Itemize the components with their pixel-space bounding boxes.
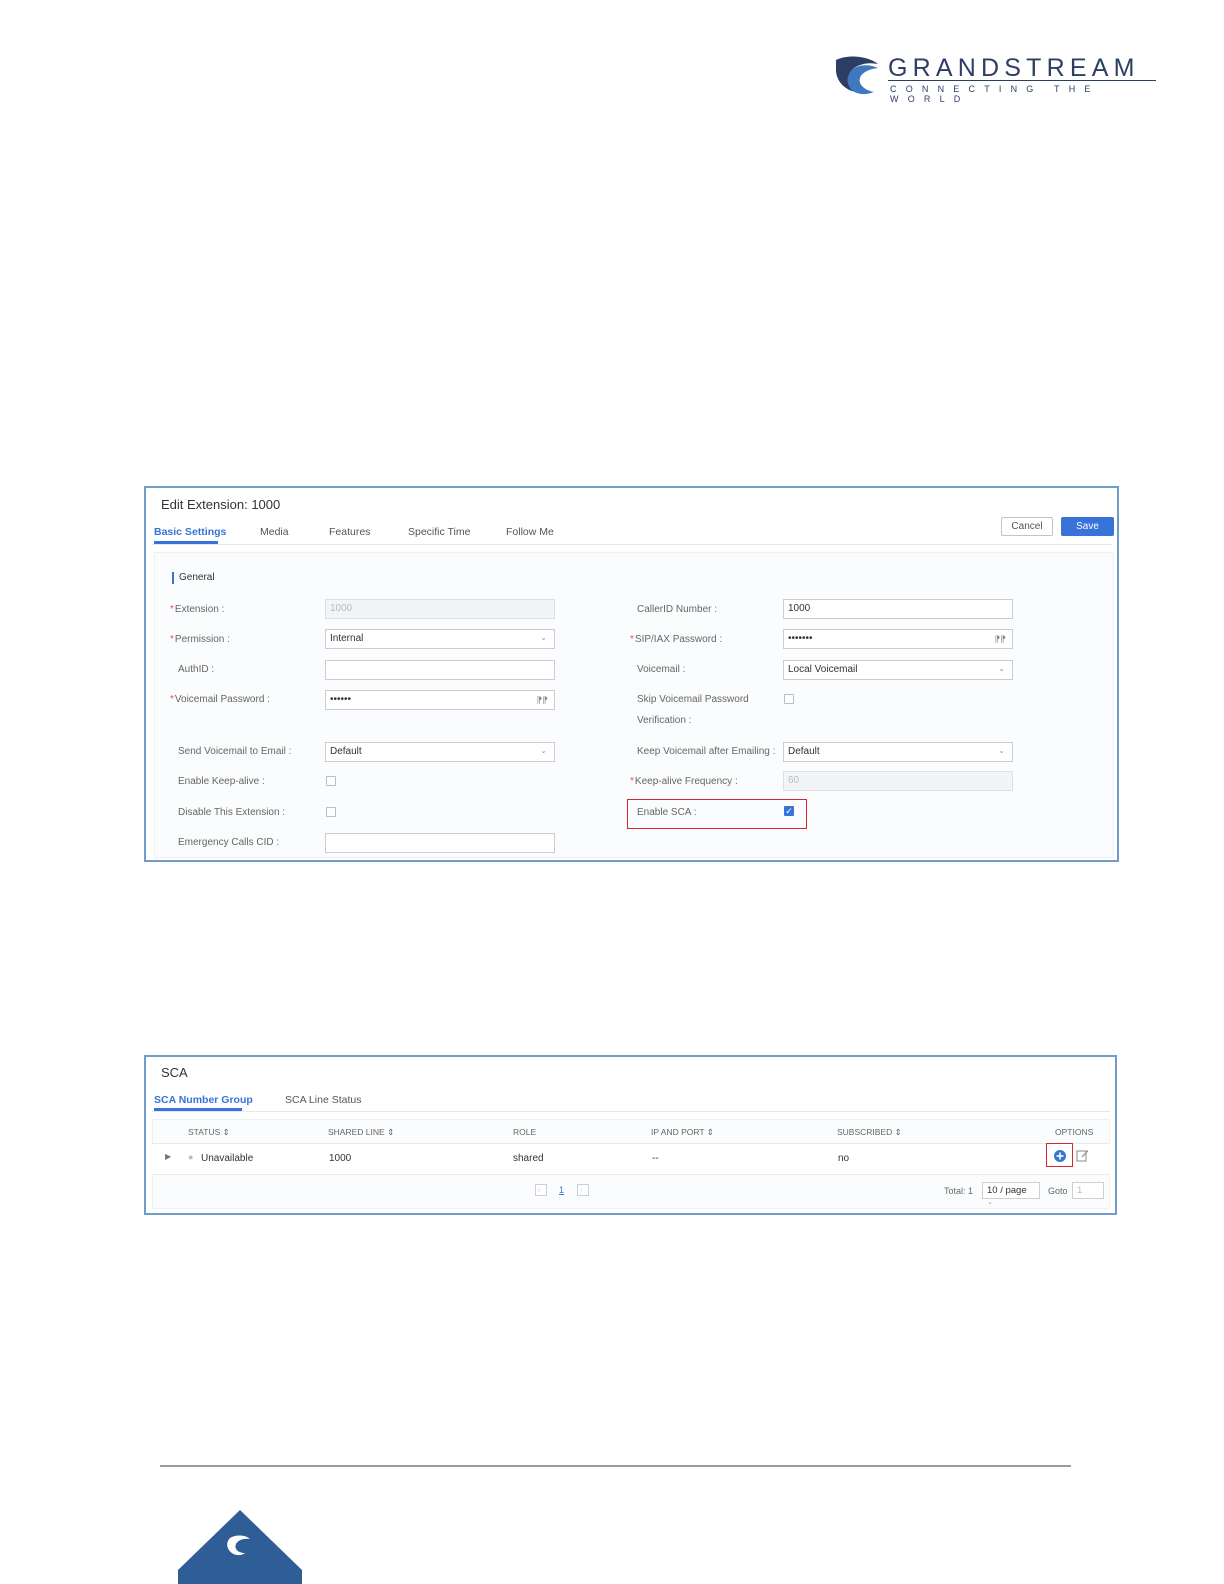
keepalive-frequency-field[interactable]: 60	[783, 771, 1013, 791]
keep-voicemail-label: Keep Voicemail after Emailing :	[637, 746, 776, 757]
extension-label: *Extension :	[170, 604, 225, 615]
subscribed-cell: no	[838, 1153, 850, 1164]
enable-sca-label: Enable SCA :	[637, 807, 697, 818]
page-size-select[interactable]: 10 / page ⌄	[982, 1182, 1040, 1206]
section-title: General	[179, 572, 215, 583]
keep-voicemail-value: Default	[788, 746, 820, 757]
status-dot-icon: ●	[188, 1152, 194, 1162]
keepalive-frequency-label: *Keep-alive Frequency :	[630, 776, 738, 787]
tab-media[interactable]: Media	[260, 526, 289, 538]
page-number[interactable]: 1	[559, 1185, 564, 1195]
permission-value: Internal	[330, 633, 364, 644]
chevron-down-icon: ⌄	[540, 633, 547, 642]
column-status[interactable]: STATUS ⇕	[188, 1127, 230, 1138]
authid-label: AuthID :	[178, 664, 215, 675]
shared-line-cell: 1000	[329, 1153, 352, 1164]
tabs-divider	[152, 1111, 1110, 1112]
edit-icon[interactable]	[1076, 1149, 1089, 1162]
sort-icon: ⇕	[387, 1127, 395, 1137]
keep-voicemail-select[interactable]: Default ⌄	[783, 742, 1013, 762]
permission-label: *Permission :	[170, 634, 230, 645]
emergency-cid-label: Emergency Calls CID :	[178, 837, 280, 848]
status-cell: Unavailable	[201, 1153, 254, 1164]
tab-specific-time[interactable]: Specific Time	[408, 526, 470, 538]
next-page-button[interactable]: ›	[577, 1184, 589, 1196]
tab-sca-line-status[interactable]: SCA Line Status	[285, 1094, 361, 1106]
sip-password-field[interactable]: ••••••• ⁋⁋	[783, 629, 1013, 649]
tab-follow-me[interactable]: Follow Me	[506, 526, 554, 538]
skip-vm-label-cont: Verification :	[637, 715, 692, 726]
tab-sca-number-group[interactable]: SCA Number Group	[154, 1094, 253, 1106]
voicemail-password-field[interactable]: •••••• ⁋⁋	[325, 690, 555, 710]
sca-panel: SCA SCA Number Group SCA Line Status STA…	[144, 1055, 1117, 1215]
voicemail-password-label: *Voicemail Password :	[170, 694, 270, 705]
column-role: ROLE	[513, 1127, 537, 1137]
total-count: Total: 1	[944, 1186, 974, 1196]
sip-password-label: *SIP/IAX Password :	[630, 634, 723, 645]
send-voicemail-select[interactable]: Default ⌄	[325, 742, 555, 762]
role-cell: shared	[513, 1153, 544, 1164]
sort-icon: ⇕	[706, 1127, 714, 1137]
logo-rule	[888, 80, 1156, 81]
keep-alive-label: Enable Keep-alive :	[178, 776, 265, 787]
keep-alive-checkbox[interactable]	[326, 776, 336, 786]
ip-port-cell: --	[652, 1153, 659, 1164]
add-circle-icon[interactable]	[1053, 1149, 1067, 1163]
brand-tagline: CONNECTING THE WORLD	[890, 84, 1100, 104]
callerid-field[interactable]: 1000	[783, 599, 1013, 619]
cancel-button[interactable]: Cancel	[1001, 517, 1053, 536]
authid-field[interactable]	[325, 660, 555, 680]
chevron-down-icon: ⌄	[540, 746, 547, 755]
grandstream-footer-logo	[178, 1510, 302, 1584]
voicemail-label: Voicemail :	[637, 664, 686, 675]
grandstream-logo: GRANDSTREAM CONNECTING THE WORLD	[834, 54, 1164, 104]
edit-extension-panel: Edit Extension: 1000 Basic Settings Medi…	[144, 486, 1119, 862]
sip-password-value: •••••••	[788, 633, 813, 644]
voicemail-value: Local Voicemail	[788, 664, 858, 675]
tab-features[interactable]: Features	[329, 526, 370, 538]
skip-vm-label: Skip Voicemail Password	[637, 694, 749, 705]
skip-vm-checkbox[interactable]	[784, 694, 794, 704]
sort-icon: ⇕	[222, 1127, 230, 1137]
page-title: Edit Extension: 1000	[161, 497, 281, 512]
table-row	[152, 1143, 1110, 1175]
brand-name: GRANDSTREAM	[888, 54, 1140, 82]
sca-title: SCA	[161, 1065, 188, 1080]
column-options: OPTIONS	[1055, 1127, 1094, 1137]
disable-extension-label: Disable This Extension :	[178, 807, 286, 818]
extension-field[interactable]: 1000	[325, 599, 555, 619]
tabs-divider	[152, 544, 1112, 545]
chevron-down-icon: ⌄	[998, 746, 1005, 755]
tab-basic-settings[interactable]: Basic Settings	[154, 526, 226, 538]
column-shared-line[interactable]: SHARED LINE ⇕	[328, 1127, 394, 1138]
sort-icon: ⇕	[894, 1127, 902, 1137]
enable-sca-checkbox[interactable]: ✓	[784, 806, 794, 816]
chevron-down-icon: ⌄	[998, 664, 1005, 673]
voicemail-select[interactable]: Local Voicemail ⌄	[783, 660, 1013, 680]
grandstream-swoosh-icon	[836, 56, 878, 95]
callerid-label: CallerID Number :	[637, 604, 718, 615]
voicemail-password-value: ••••••	[330, 694, 352, 705]
footer-divider	[160, 1465, 1071, 1467]
permission-select[interactable]: Internal ⌄	[325, 629, 555, 649]
send-voicemail-label: Send Voicemail to Email :	[178, 746, 292, 757]
disable-extension-checkbox[interactable]	[326, 807, 336, 817]
column-ip-port[interactable]: IP AND PORT ⇕	[651, 1127, 714, 1138]
section-marker	[172, 572, 174, 584]
page-size-value: 10 / page	[987, 1185, 1027, 1196]
chevron-down-icon: ⌄	[987, 1199, 993, 1206]
goto-input[interactable]: 1	[1072, 1182, 1104, 1199]
eye-closed-icon[interactable]: ⁋⁋	[537, 695, 548, 706]
save-button[interactable]: Save	[1061, 517, 1114, 536]
column-subscribed[interactable]: SUBSCRIBED ⇕	[837, 1127, 902, 1138]
send-voicemail-value: Default	[330, 746, 362, 757]
eye-closed-icon[interactable]: ⁋⁋	[995, 634, 1006, 645]
goto-label: Goto	[1048, 1186, 1068, 1196]
prev-page-button[interactable]: ‹	[535, 1184, 547, 1196]
emergency-cid-field[interactable]	[325, 833, 555, 853]
expand-row-icon[interactable]: ▶	[165, 1152, 171, 1161]
